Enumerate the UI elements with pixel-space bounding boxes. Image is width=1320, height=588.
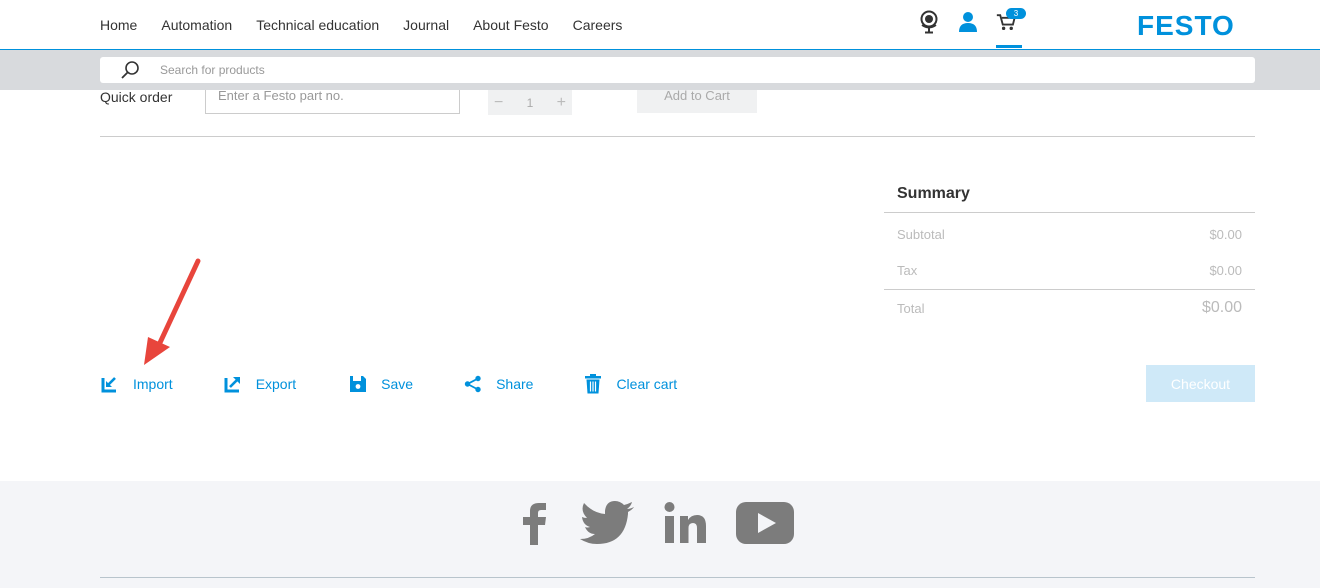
cart-actions: Import Export Save Share Clear cart [100,374,677,394]
quick-order-label: Quick order [100,89,173,105]
share-label: Share [496,376,534,392]
linkedin-icon[interactable] [664,501,708,545]
share-button[interactable]: Share [463,374,533,394]
summary-divider-top [884,212,1255,213]
save-label: Save [381,376,414,392]
user-icon[interactable] [957,10,979,34]
search-input[interactable] [158,62,1062,78]
subtotal-row: Subtotal $0.00 [897,227,1242,242]
top-header: Home Automation Technical education Jour… [0,0,1320,50]
youtube-icon[interactable] [736,502,794,544]
clear-cart-button[interactable]: Clear cart [583,374,677,394]
clear-cart-label: Clear cart [616,376,678,392]
save-button[interactable]: Save [348,374,413,394]
part-number-input[interactable]: Enter a Festo part no. [205,89,460,114]
section-divider [100,136,1255,137]
footer [0,481,1320,588]
subtotal-label: Subtotal [897,227,945,242]
tax-label: Tax [897,263,918,278]
increment-button[interactable]: + [557,94,566,112]
share-icon [463,374,483,394]
cart-icon[interactable]: 3 [996,8,1026,34]
export-label: Export [255,376,297,392]
footer-divider [100,577,1255,578]
festo-logo[interactable]: FESTO [1137,10,1235,42]
checkout-button[interactable]: Checkout [1146,365,1255,402]
tax-row: Tax $0.00 [897,263,1242,278]
nav-about-festo[interactable]: About Festo [473,17,549,33]
search-box [100,57,1255,83]
import-icon [100,374,120,394]
decrement-button[interactable]: − [494,94,503,112]
header-icons: 3 [918,8,1035,34]
search-icon[interactable] [120,59,142,81]
twitter-icon[interactable] [580,501,636,545]
summary-divider-bottom [884,289,1255,290]
quantity-stepper: − 1 + [488,90,572,115]
globe-icon[interactable] [918,10,940,34]
total-label: Total [897,300,925,316]
summary-title: Summary [897,185,970,202]
cart-count-badge: 3 [1006,8,1026,19]
add-to-cart-button[interactable]: Add to Cart [637,89,757,113]
total-row: Total $0.00 [897,299,1242,317]
search-band [0,50,1320,90]
main-nav: Home Automation Technical education Jour… [100,17,646,33]
facebook-icon[interactable] [518,501,552,545]
nav-careers[interactable]: Careers [573,17,623,33]
export-icon [223,374,243,394]
annotation-arrow-icon [144,258,201,365]
total-value: $0.00 [1201,299,1242,316]
trash-icon [583,374,603,394]
nav-automation[interactable]: Automation [161,17,232,33]
quantity-value[interactable]: 1 [527,96,534,110]
social-links [518,501,822,545]
cart-active-indicator [996,45,1022,48]
import-button[interactable]: Import [100,374,173,394]
nav-technical-education[interactable]: Technical education [256,17,379,33]
export-button[interactable]: Export [223,374,296,394]
nav-journal[interactable]: Journal [403,17,449,33]
import-label: Import [133,376,173,392]
nav-home[interactable]: Home [100,17,137,33]
subtotal-value: $0.00 [1209,227,1242,242]
tax-value: $0.00 [1209,263,1242,278]
save-icon [348,374,368,394]
